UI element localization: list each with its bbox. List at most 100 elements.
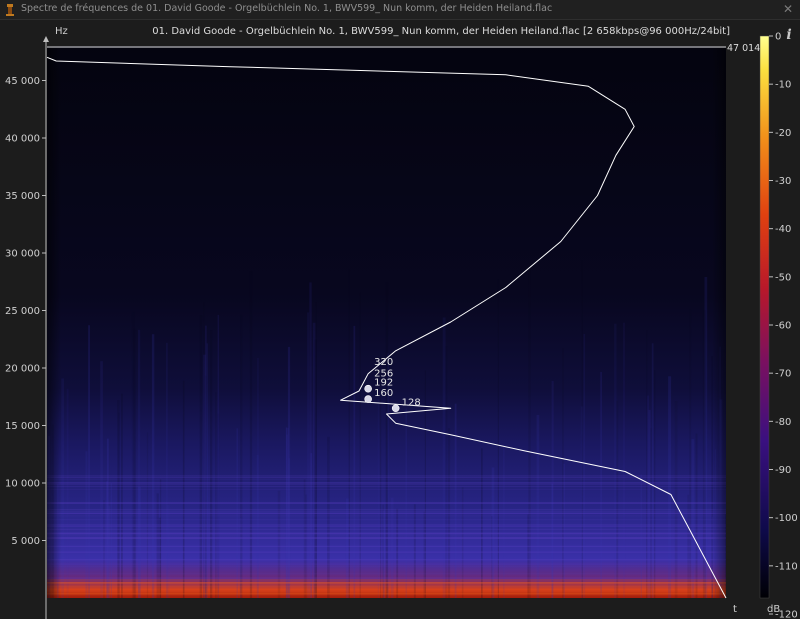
texture-streak	[616, 400, 619, 598]
texture-streak	[110, 483, 112, 598]
app-icon	[6, 4, 14, 16]
texture-streak	[442, 317, 446, 598]
texture-band	[47, 559, 726, 561]
texture-streak	[396, 508, 399, 598]
colorbar-tick-label: -120	[775, 610, 798, 619]
y-tick-label: 40 000	[5, 134, 40, 145]
texture-streak	[528, 268, 531, 598]
texture-band	[47, 475, 726, 477]
colorbar-tick-label: -100	[775, 513, 798, 524]
file-info-label: 01. David Goode - Orgelbüchlein No. 1, B…	[152, 26, 730, 37]
texture-band	[47, 512, 726, 514]
texture-band	[47, 485, 726, 488]
colorbar-scale: 0 -10 -20 -30 -40 -50 -60 -70 -80 -90 -100 -110 -120	[769, 32, 798, 619]
texture-streak	[536, 414, 540, 598]
texture-streak	[353, 325, 356, 598]
colorbar-tick-label: -60	[775, 321, 791, 332]
texture-band	[47, 564, 726, 565]
y-tick-label: 30 000	[5, 249, 40, 260]
texture-band	[47, 489, 726, 490]
texture-band	[47, 565, 726, 567]
texture-band	[47, 590, 726, 592]
texture-streak	[454, 403, 457, 598]
bitrate-marker-label: 160	[374, 388, 393, 399]
y-tick-label: 25 000	[5, 306, 40, 317]
colorbar-tick-label: -30	[775, 176, 791, 187]
texture-streak	[674, 401, 678, 598]
texture-streak	[151, 334, 155, 598]
texture-streak	[377, 398, 379, 598]
colorbar-tick-label: -90	[775, 465, 791, 476]
texture-band	[47, 578, 726, 580]
texture-streak	[497, 279, 499, 598]
spectrum-view: 01. David Goode - Orgelbüchlein No. 1, B…	[5, 26, 798, 619]
bitrate-marker-dot	[364, 384, 372, 393]
texture-streak	[61, 378, 64, 598]
texture-streak	[307, 312, 309, 598]
texture-band	[47, 545, 726, 547]
x-unit-label: t	[733, 604, 737, 615]
texture-band	[47, 573, 726, 575]
texture-band	[47, 579, 726, 580]
texture-band	[47, 484, 726, 485]
y-axis: 5 000 10 000 15 000 20 000 25 000 30 000 35 00…	[5, 76, 46, 547]
texture-streak	[117, 400, 120, 598]
texture-streak	[668, 376, 672, 598]
texture-streak	[66, 388, 69, 598]
y-tick-label: 45 000	[5, 76, 40, 87]
texture-band	[47, 532, 726, 534]
spectrogram-fade-right	[712, 46, 726, 598]
texture-streak	[623, 322, 626, 598]
texture-streak	[146, 432, 149, 598]
colorbar	[759, 35, 770, 599]
texture-band	[47, 524, 726, 526]
texture-streak	[88, 325, 90, 598]
window-title: Spectre de fréquences de 01. David Goode…	[21, 3, 553, 14]
y-axis-arrow-icon	[43, 36, 49, 42]
y-tick-label: 20 000	[5, 364, 40, 375]
texture-band	[47, 502, 726, 504]
texture-band	[47, 526, 726, 527]
texture-streak	[348, 269, 350, 598]
colorbar-tick-label: 0	[775, 32, 781, 43]
texture-streak	[315, 302, 317, 598]
texture-band	[47, 515, 726, 517]
texture-streak	[217, 314, 220, 598]
colorbar-tick-label: -20	[775, 128, 791, 139]
colorbar-tick-label: -70	[775, 369, 791, 380]
texture-band	[47, 511, 726, 512]
texture-streak	[614, 323, 617, 598]
colorbar-tick-label: -110	[775, 561, 798, 572]
info-icon[interactable]: i	[783, 27, 795, 45]
texture-streak	[503, 445, 505, 598]
texture-streak	[481, 448, 483, 598]
texture-band	[47, 577, 726, 579]
close-icon[interactable]: ✕	[780, 1, 796, 17]
texture-streak	[382, 510, 385, 598]
window-titlebar[interactable]: Spectre de fréquences de 01. David Goode…	[0, 0, 800, 20]
texture-streak	[121, 393, 123, 598]
texture-band	[47, 503, 726, 504]
texture-streak	[413, 504, 416, 598]
colorbar-tick-label: -10	[775, 80, 791, 91]
colorbar-tick-label: -80	[775, 417, 791, 428]
max-frequency-label: 47 014	[727, 43, 760, 54]
bitrate-marker-label: 192	[374, 378, 393, 389]
texture-band	[47, 519, 726, 521]
colorbar-tick-label: -40	[775, 224, 791, 235]
texture-band	[47, 509, 726, 511]
texture-streak	[689, 309, 692, 598]
bitrate-marker-dot	[391, 404, 400, 413]
texture-streak	[312, 322, 316, 598]
texture-band	[47, 535, 726, 537]
texture-streak	[249, 271, 253, 598]
y-tick-label: 10 000	[5, 479, 40, 490]
texture-band	[47, 536, 726, 539]
bitrate-marker-label: 320	[374, 357, 393, 368]
bitrate-marker-label: 128	[402, 397, 421, 408]
texture-streak	[215, 392, 217, 598]
texture-band	[47, 478, 726, 480]
colorbar-tick-label: -50	[775, 272, 791, 283]
texture-streak	[583, 334, 586, 598]
y-tick-label: 5 000	[11, 536, 40, 547]
